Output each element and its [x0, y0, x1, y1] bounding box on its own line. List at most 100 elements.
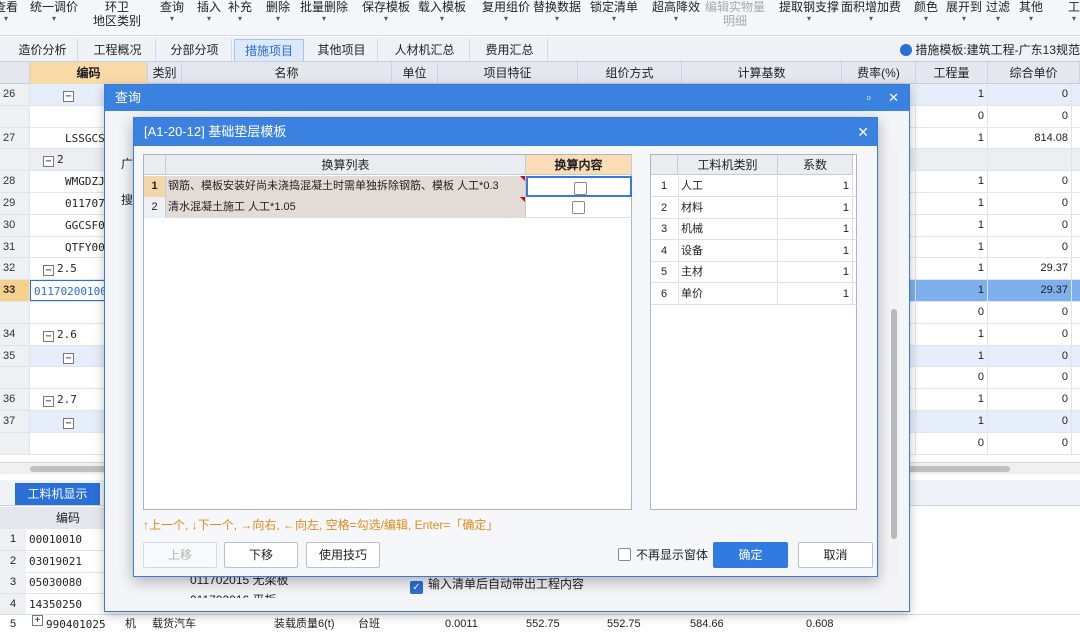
- column-header[interactable]: 编码: [30, 62, 148, 84]
- vertical-scrollbar[interactable]: [889, 149, 899, 579]
- conversion-checkbox[interactable]: [526, 176, 632, 197]
- toolbar-button[interactable]: 面积增加费 ▾: [841, 0, 901, 36]
- quantity-cell[interactable]: 1: [916, 258, 988, 280]
- table-row[interactable]: 3 05030080: [0, 572, 110, 594]
- quantity-cell[interactable]: 1: [916, 280, 988, 301]
- column-header[interactable]: 计算基数: [682, 62, 842, 84]
- toolbar-button[interactable]: 其他 ▾: [1019, 0, 1043, 36]
- quantity-cell[interactable]: 0: [916, 302, 988, 323]
- unit-price-cell[interactable]: 0: [988, 432, 1072, 454]
- tab-0[interactable]: 造价分析: [8, 39, 78, 61]
- toolbar-button[interactable]: 提取钢支撑 ▾: [779, 0, 839, 36]
- unit-price-cell[interactable]: 0: [988, 367, 1072, 389]
- table-row[interactable]: 4 14350250: [0, 593, 110, 616]
- toolbar-button[interactable]: 补充 ▾: [228, 0, 252, 36]
- tab-6[interactable]: 费用汇总: [472, 39, 548, 61]
- tab-4[interactable]: 其他项目: [306, 39, 378, 61]
- toolbar-button[interactable]: 锁定清单 ▾: [590, 0, 638, 36]
- collapse-icon[interactable]: −: [43, 265, 54, 277]
- quantity-cell[interactable]: 1: [916, 193, 988, 214]
- list-item[interactable]: 1 钢筋、模板安装好尚未浇捣混凝土时需单独拆除钢筋、模板 人工*0.3: [144, 176, 633, 197]
- unit-price-cell[interactable]: 0: [988, 411, 1072, 432]
- template-label[interactable]: 措施模板:建筑工程-广东13规范: [900, 40, 1080, 60]
- unit-price-cell[interactable]: 0: [988, 236, 1072, 258]
- table-row[interactable]: 2 材料 1: [651, 197, 858, 219]
- ok-button[interactable]: 确定: [713, 542, 788, 568]
- tab-3[interactable]: 措施项目: [234, 39, 304, 61]
- unit-price-cell[interactable]: 0: [988, 345, 1072, 367]
- quantity-cell[interactable]: 1: [916, 345, 988, 367]
- cancel-button[interactable]: 取消: [798, 542, 873, 568]
- quantity-cell[interactable]: 1: [916, 127, 988, 149]
- maximize-icon[interactable]: ▫: [866, 85, 871, 111]
- toolbar-button[interactable]: 查看 ▾: [0, 0, 18, 36]
- unit-price-cell[interactable]: 814.08: [988, 127, 1072, 149]
- table-row[interactable]: 6 单价 1: [651, 283, 858, 305]
- tab-1[interactable]: 工程概况: [80, 39, 156, 61]
- unit-price-cell[interactable]: [988, 149, 1072, 171]
- toolbar-button[interactable]: 查询 ▾: [160, 0, 184, 36]
- toolbar-button[interactable]: 载入模板 ▾: [418, 0, 466, 36]
- column-header[interactable]: 类别: [148, 62, 182, 84]
- quantity-cell[interactable]: 1: [916, 389, 988, 410]
- table-row[interactable]: 1 00010010: [0, 529, 110, 551]
- no-show-checkbox[interactable]: 不再显示窗体: [618, 546, 708, 563]
- toolbar-button[interactable]: 复用组价 ▾: [482, 0, 530, 36]
- usage-tips-button[interactable]: 使用技巧: [306, 542, 380, 568]
- unit-price-cell[interactable]: 0: [988, 105, 1072, 127]
- auto-fill-checkbox[interactable]: ✓ 输入清单后自动带出工程内容: [410, 575, 584, 594]
- quantity-cell[interactable]: 1: [916, 171, 988, 192]
- table-row[interactable]: 5 + 990401025 机 载货汽车 装载质量6(t) 台班 0.0011 …: [0, 614, 1080, 633]
- unit-price-cell[interactable]: 0: [988, 389, 1072, 410]
- unit-price-cell[interactable]: 29.37: [988, 258, 1072, 280]
- quantity-cell[interactable]: 0: [916, 432, 988, 454]
- quantity-cell[interactable]: 1: [916, 323, 988, 345]
- collapse-icon[interactable]: −: [43, 156, 54, 168]
- unit-price-cell[interactable]: 0: [988, 84, 1072, 105]
- unit-price-cell[interactable]: 0: [988, 323, 1072, 345]
- quantity-cell[interactable]: [916, 149, 988, 171]
- table-row[interactable]: 1 人工 1: [651, 176, 858, 197]
- column-header[interactable]: 项目特征: [438, 62, 578, 84]
- table-row[interactable]: 4 设备 1: [651, 240, 858, 262]
- toolbar-button[interactable]: 插入 ▾: [197, 0, 221, 36]
- collapse-icon[interactable]: −: [63, 352, 74, 364]
- unit-price-cell[interactable]: 0: [988, 193, 1072, 214]
- toolbar-button[interactable]: 批量删除 ▾: [300, 0, 348, 36]
- collapse-icon[interactable]: −: [43, 396, 54, 408]
- column-header[interactable]: 单位: [392, 62, 438, 84]
- move-down-button[interactable]: 下移: [224, 542, 298, 568]
- column-header[interactable]: 工程量: [916, 62, 988, 84]
- collapse-icon[interactable]: −: [63, 418, 74, 429]
- unit-price-cell[interactable]: 29.37: [988, 280, 1072, 301]
- unit-price-cell[interactable]: 0: [988, 302, 1072, 323]
- collapse-icon[interactable]: −: [63, 91, 74, 102]
- tab-5[interactable]: 人材机汇总: [380, 39, 470, 61]
- toolbar-button[interactable]: 工 ▾: [1068, 0, 1080, 36]
- table-row[interactable]: 3 机械 1: [651, 219, 858, 240]
- quantity-cell[interactable]: 1: [916, 236, 988, 258]
- toolbar-button[interactable]: 统一调价 ▾: [30, 0, 78, 36]
- close-icon[interactable]: ✕: [857, 118, 869, 146]
- toolbar-button[interactable]: 超高降效 ▾: [652, 0, 700, 36]
- tab-material-display[interactable]: 工料机显示: [15, 483, 100, 505]
- toolbar-button[interactable]: 颜色 ▾: [914, 0, 938, 36]
- toolbar-button[interactable]: 环卫 地区类别: [93, 0, 141, 36]
- scroll-thumb[interactable]: [891, 309, 897, 539]
- table-row[interactable]: 2 03019021: [0, 550, 110, 573]
- column-header[interactable]: 费率(%): [842, 62, 916, 84]
- toolbar-button[interactable]: 编辑实物量 明细: [705, 0, 765, 36]
- quantity-cell[interactable]: 1: [916, 214, 988, 236]
- quantity-cell[interactable]: 0: [916, 367, 988, 389]
- column-header[interactable]: 名称: [182, 62, 392, 84]
- column-header[interactable]: 组价方式: [578, 62, 682, 84]
- unit-price-cell[interactable]: 0: [988, 171, 1072, 192]
- toolbar-button[interactable]: 过滤 ▾: [986, 0, 1010, 36]
- expand-icon[interactable]: +: [32, 615, 43, 626]
- toolbar-button[interactable]: 删除 ▾: [266, 0, 290, 36]
- move-up-button[interactable]: 上移: [143, 542, 217, 568]
- list-item[interactable]: 2 清水混凝土施工 人工*1.05: [144, 197, 633, 218]
- close-icon[interactable]: ✕: [888, 85, 899, 111]
- toolbar-button[interactable]: 替换数据 ▾: [533, 0, 581, 36]
- quantity-cell[interactable]: 1: [916, 84, 988, 105]
